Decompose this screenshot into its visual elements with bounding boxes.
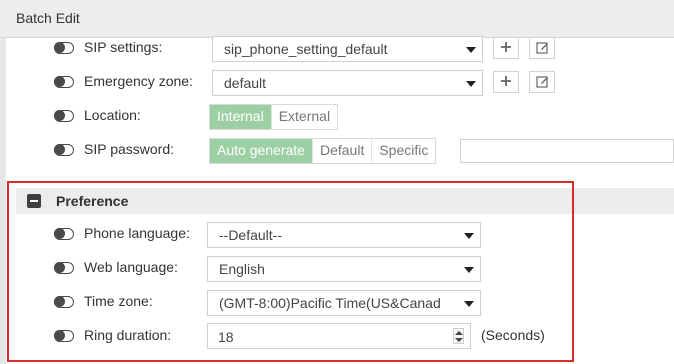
location-toggle[interactable] — [54, 110, 74, 122]
plus-icon — [501, 76, 511, 86]
sip-password-option-default[interactable]: Default — [313, 139, 373, 163]
sip-settings-toggle[interactable] — [54, 42, 74, 54]
location-option-external[interactable]: External — [272, 105, 337, 129]
toggle-knob — [54, 76, 65, 87]
location-option-internal[interactable]: Internal — [210, 105, 272, 129]
caret-down-icon — [466, 81, 476, 87]
emergency-zone-select[interactable]: default — [212, 70, 483, 96]
emergency-zone-value: default — [224, 75, 267, 91]
emergency-zone-label: Emergency zone: — [84, 73, 193, 89]
emergency-zone-toggle[interactable] — [54, 76, 74, 88]
sip-password-label: SIP password: — [84, 141, 175, 157]
edit-icon — [535, 76, 548, 88]
sip-settings-select[interactable]: sip_phone_setting_default — [212, 36, 483, 62]
sip-password-toggle[interactable] — [54, 144, 74, 156]
sip-settings-label: SIP settings: — [84, 39, 163, 55]
sip-password-segmented-control: Auto generate Default Specific — [209, 138, 437, 164]
sip-password-option-specific[interactable]: Specific — [372, 139, 435, 163]
edit-icon — [535, 42, 548, 54]
location-label: Location: — [84, 107, 141, 123]
add-sip-setting-button[interactable] — [493, 37, 519, 59]
dialog-title: Batch Edit — [16, 10, 80, 26]
plus-icon — [501, 42, 511, 52]
toggle-knob — [54, 42, 65, 53]
add-emergency-zone-button[interactable] — [493, 71, 519, 93]
edit-emergency-zone-button[interactable] — [529, 71, 555, 93]
caret-down-icon — [466, 47, 476, 53]
dialog-titlebar: Batch Edit — [0, 0, 674, 38]
sip-password-option-auto-generate[interactable]: Auto generate — [210, 139, 313, 163]
sip-password-input[interactable] — [460, 139, 674, 163]
toggle-knob — [54, 144, 65, 155]
scroll-rail — [0, 38, 6, 364]
toggle-knob — [54, 110, 65, 121]
sip-settings-value: sip_phone_setting_default — [224, 41, 388, 57]
highlight-box — [7, 181, 574, 362]
edit-sip-setting-button[interactable] — [529, 37, 555, 59]
location-segmented-control: Internal External — [209, 104, 339, 130]
